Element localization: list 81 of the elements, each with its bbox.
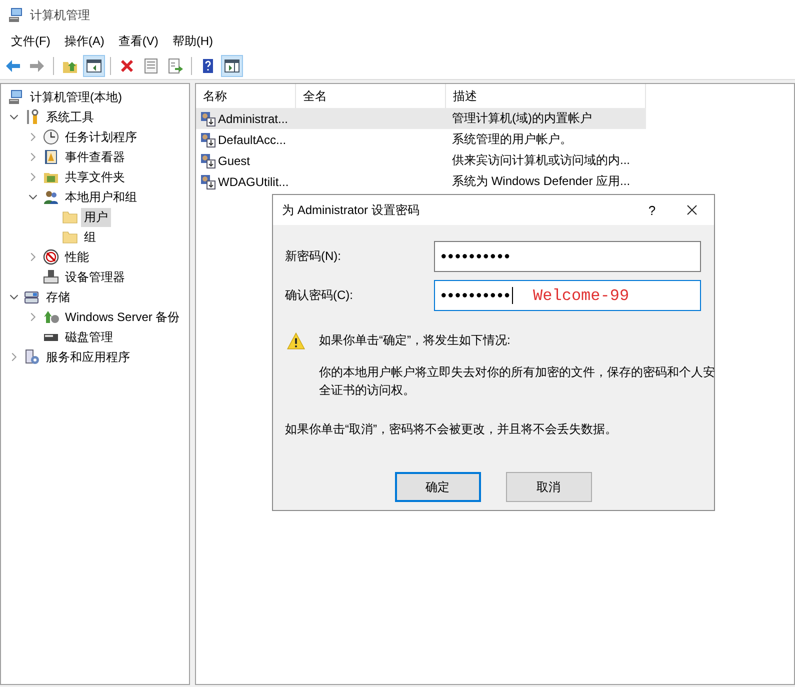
tree-item[interactable]: 设备管理器 — [62, 268, 128, 286]
password-field[interactable]: ●●●●●●●●●● — [434, 241, 701, 272]
tree-item[interactable]: 服务和应用程序 — [43, 348, 133, 366]
user-icon — [200, 132, 216, 148]
tree-item[interactable]: 计算机管理(本地) — [27, 88, 125, 106]
device-icon — [43, 269, 59, 285]
performance-icon — [43, 249, 59, 265]
password-field[interactable]: ●●●●●●●●●● Welcome-99 — [434, 280, 701, 311]
tree-item[interactable]: 磁盘管理 — [62, 328, 116, 346]
help-button[interactable]: ? — [634, 202, 670, 218]
field-label: 新密码(N): — [285, 248, 342, 265]
expand-chevron-icon[interactable] — [9, 352, 19, 362]
app-icon — [8, 7, 24, 23]
help-icon — [200, 58, 216, 74]
user-row[interactable]: Guest 供来宾访问计算机或访问域的内... — [196, 150, 646, 171]
table-cell: WDAGUtilit... — [218, 174, 289, 188]
table-cell-text: 供来宾访问计算机或访问域的内... — [451, 152, 632, 169]
menu-item[interactable]: 帮助(H) — [165, 31, 220, 52]
table-cell-text: 管理计算机(域)的内置帐户 — [451, 110, 593, 127]
back-arrow-icon — [5, 58, 21, 74]
expand-chevron-icon[interactable] — [28, 152, 38, 162]
user-row[interactable]: Administrat... 管理计算机(域)的内置帐户 — [196, 108, 646, 129]
log-icon — [43, 149, 59, 165]
close-icon[interactable] — [686, 204, 698, 216]
properties-icon — [143, 58, 159, 74]
computer-icon — [8, 89, 24, 105]
users-icon — [43, 189, 59, 205]
console-tree-button[interactable] — [83, 55, 105, 77]
tools-icon — [24, 109, 40, 125]
export-list-icon — [167, 58, 183, 74]
ok-button[interactable]: 确定 — [394, 472, 480, 502]
table-cell-text: 系统管理的用户帐户。 — [451, 131, 573, 148]
tree-item[interactable]: 共享文件夹 — [62, 168, 128, 186]
annotation-text: Welcome-99 — [533, 286, 630, 304]
table-cell: DefaultAcc... — [218, 132, 286, 146]
tree-item[interactable]: 任务计划程序 — [62, 128, 140, 146]
delete-icon — [119, 58, 135, 74]
menu-item[interactable]: 操作(A) — [57, 31, 112, 52]
action-pane-icon — [224, 58, 240, 74]
cancel-note: 如果你单击“取消”，密码将不会被更改，并且将不会丢失数据。 — [285, 421, 618, 438]
warning-icon — [287, 332, 305, 350]
expand-chevron-icon[interactable] — [28, 312, 38, 322]
tree-item[interactable]: Windows Server 备份 — [62, 308, 183, 326]
user-row[interactable]: WDAGUtilit... 系统为 Windows Defender 应用... — [196, 171, 646, 192]
services-icon — [24, 349, 40, 365]
field-label: 确认密码(C): — [285, 287, 354, 304]
backup-icon — [43, 309, 59, 325]
cancel-button[interactable]: 取消 — [506, 472, 592, 502]
tree-item[interactable]: 事件查看器 — [62, 148, 128, 166]
tree-item[interactable]: 组 — [81, 228, 99, 246]
tree-item[interactable]: 存储 — [43, 288, 73, 306]
warning-text: 你的本地用户帐户将立即失去对你的所有加密的文件，保存的密码和个人安全证书的访问权。 — [319, 364, 716, 399]
table-cell: Guest — [218, 154, 250, 168]
table-cell: Administrat... — [218, 112, 288, 126]
forward-arrow-icon — [29, 58, 45, 74]
table-cell-text: 系统为 Windows Defender 应用... — [451, 173, 632, 190]
window-title: 计算机管理 — [30, 6, 90, 24]
menu-item[interactable]: 查看(V) — [111, 31, 166, 52]
expand-chevron-icon[interactable] — [28, 252, 38, 262]
menu-item[interactable]: 文件(F) — [4, 31, 58, 52]
tree-item[interactable]: 用户 — [81, 208, 111, 226]
user-icon — [200, 152, 216, 168]
storage-icon — [24, 289, 40, 305]
collapse-chevron-icon[interactable] — [28, 192, 38, 202]
user-icon — [200, 174, 216, 190]
dialog-title: 为 Administrator 设置密码 — [282, 202, 420, 218]
clock-icon — [43, 129, 59, 145]
folder-icon — [62, 209, 78, 225]
console-tree-icon — [86, 58, 102, 74]
user-icon — [200, 110, 216, 126]
collapse-chevron-icon[interactable] — [9, 292, 19, 302]
collapse-chevron-icon[interactable] — [9, 112, 19, 122]
tree-item[interactable]: 性能 — [62, 248, 92, 266]
action-pane-button[interactable] — [221, 55, 243, 77]
tree-item[interactable]: 系统工具 — [43, 108, 97, 126]
tree-item[interactable]: 本地用户和组 — [62, 188, 140, 206]
user-row[interactable]: DefaultAcc... 系统管理的用户帐户。 — [196, 129, 646, 150]
expand-chevron-icon[interactable] — [28, 172, 38, 182]
expand-chevron-icon[interactable] — [28, 132, 38, 142]
folder-icon — [62, 229, 78, 245]
warning-heading: 如果你单击“确定”，将发生如下情况: — [319, 332, 512, 349]
